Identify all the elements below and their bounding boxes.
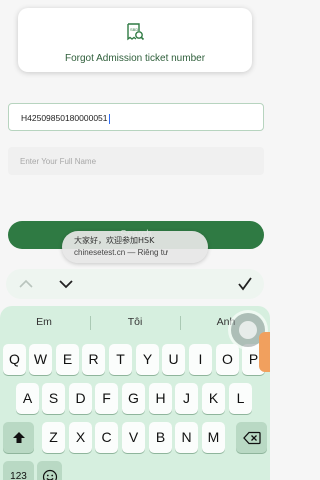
shift-icon	[12, 431, 25, 443]
keyboard-accessory-bar	[6, 269, 264, 299]
card-title: Forgot Admission ticket number	[64, 53, 206, 64]
key-i[interactable]: I	[189, 344, 212, 375]
full-name-placeholder: Enter Your Full Name	[20, 157, 97, 166]
numbers-key[interactable]: 123	[3, 461, 34, 480]
suggestion-divider	[90, 316, 91, 330]
forgot-ticket-card[interactable]: SBD Forgot Admission ticket number	[18, 8, 252, 72]
checkmark-icon[interactable]	[236, 275, 254, 293]
key-y[interactable]: Y	[136, 344, 159, 375]
key-u[interactable]: U	[162, 344, 185, 375]
ticket-number-input[interactable]: H42509850180000051	[8, 103, 264, 131]
key-s[interactable]: S	[42, 383, 65, 414]
receipt-search-icon: SBD	[125, 22, 145, 42]
key-n[interactable]: N	[175, 422, 198, 453]
key-g[interactable]: G	[122, 383, 145, 414]
key-f[interactable]: F	[95, 383, 118, 414]
key-v[interactable]: V	[122, 422, 145, 453]
key-l[interactable]: L	[229, 383, 252, 414]
autofill-toast[interactable]: 大家好，欢迎参加HSK chinesetest.cn — Riêng tư	[62, 231, 208, 263]
full-name-input[interactable]: Enter Your Full Name	[8, 147, 264, 175]
delete-key[interactable]	[236, 422, 267, 453]
chevron-up-icon[interactable]	[18, 276, 34, 292]
backspace-icon	[242, 431, 261, 444]
key-b[interactable]: B	[149, 422, 172, 453]
key-h[interactable]: H	[149, 383, 172, 414]
key-m[interactable]: M	[202, 422, 225, 453]
emoji-key[interactable]	[37, 461, 62, 480]
suggestion-1[interactable]: Em	[14, 316, 74, 328]
key-k[interactable]: K	[202, 383, 225, 414]
ticket-number-value: H42509850180000051	[21, 113, 110, 124]
suggestion-2[interactable]: Tôi	[105, 316, 165, 328]
key-w[interactable]: W	[29, 344, 52, 375]
toast-title: 大家好，欢迎参加HSK	[74, 236, 155, 245]
svg-text:SBD: SBD	[130, 27, 138, 32]
key-z[interactable]: Z	[42, 422, 65, 453]
key-o[interactable]: O	[216, 344, 239, 375]
toast-subtitle: chinesetest.cn — Riêng tư	[74, 248, 169, 257]
key-d[interactable]: D	[69, 383, 92, 414]
shift-key[interactable]	[3, 422, 34, 453]
key-a[interactable]: A	[16, 383, 39, 414]
key-e[interactable]: E	[56, 344, 79, 375]
key-j[interactable]: J	[175, 383, 198, 414]
keyboard: Em Tôi Anh Q W E R T Y U I O P A S D F G…	[0, 306, 270, 480]
chevron-down-icon[interactable]	[58, 276, 74, 292]
key-x[interactable]: X	[69, 422, 92, 453]
side-handle[interactable]	[259, 332, 270, 372]
suggestion-divider	[180, 316, 181, 330]
key-c[interactable]: C	[95, 422, 118, 453]
key-t[interactable]: T	[109, 344, 132, 375]
emoji-icon	[42, 469, 57, 480]
key-r[interactable]: R	[82, 344, 105, 375]
key-q[interactable]: Q	[3, 344, 26, 375]
